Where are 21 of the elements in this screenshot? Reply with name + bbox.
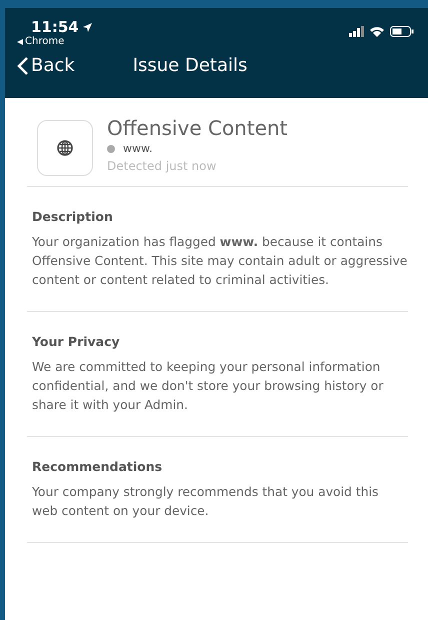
site-url: www. — [123, 142, 152, 155]
section-heading: Recommendations — [32, 459, 164, 474]
back-to-app-link[interactable]: Chrome — [17, 36, 92, 47]
section-heading: Your Privacy — [32, 334, 121, 349]
wifi-icon — [370, 26, 384, 37]
section-text: We are committed to keeping your personal information confidential, and we don't store your browsing history or share it with your Admin. — [32, 358, 384, 414]
globe-icon — [57, 140, 73, 156]
back-button[interactable]: Back — [17, 55, 75, 76]
triangle-left-icon — [17, 38, 23, 44]
location-arrow-icon — [82, 22, 92, 32]
issue-title: Offensive Content — [107, 116, 288, 140]
screen-title: Issue Details — [132, 55, 248, 76]
status-time: 11:54 — [31, 18, 79, 36]
status-dot — [107, 144, 115, 152]
section-text: Your organization has flagged www. because it contains Offensive Content. This site may contain adult or aggressive content or content related to criminal activities. — [32, 233, 408, 289]
section-heading: Description — [32, 209, 114, 224]
chevron-left-icon — [17, 56, 29, 76]
section-text: Your company strongly recommends that you avoid this web content on your device. — [32, 483, 380, 520]
signal-icon — [349, 26, 364, 37]
detected-time: Detected just now — [107, 159, 218, 173]
battery-icon — [390, 26, 414, 37]
